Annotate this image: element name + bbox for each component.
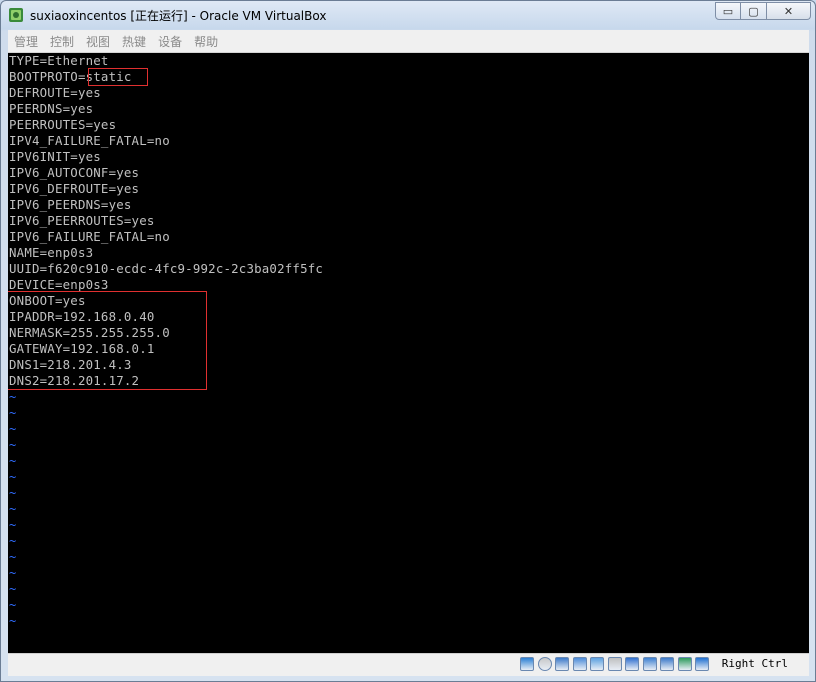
window-controls: ▭ ▢ ✕ [715, 2, 811, 21]
empty-line-tilde: ~ [9, 406, 17, 420]
menu-bar: 管理 控制 视图 热键 设备 帮助 [8, 30, 809, 53]
empty-line-tilde: ~ [9, 518, 17, 532]
highlight-bootproto-value [88, 68, 148, 86]
menu-machine[interactable]: 管理 [8, 33, 44, 50]
menu-view[interactable]: 视图 [80, 33, 116, 50]
console-line: PEERROUTES=yes [9, 117, 117, 132]
virtualbox-app-icon [9, 8, 23, 22]
window-title: suxiaoxincentos [正在运行] - Oracle VM Virtu… [30, 9, 327, 23]
minimize-icon: ▭ [722, 4, 734, 18]
console-line: IPV6INIT=yes [9, 149, 101, 164]
host-key-label: Right Ctrl [721, 657, 788, 670]
console-line: TYPE=Ethernet [9, 53, 109, 68]
console-line: IPV4_FAILURE_FATAL=no [9, 133, 170, 148]
console-line: NAME=enp0s3 [9, 245, 94, 260]
console-line: IPV6_FAILURE_FATAL=no [9, 229, 170, 244]
highlight-network-settings [8, 291, 207, 390]
display-icon[interactable] [625, 657, 639, 671]
menu-help[interactable]: 帮助 [188, 33, 224, 50]
menu-control[interactable]: 控制 [44, 33, 80, 50]
console-line: IPV6_DEFROUTE=yes [9, 181, 140, 196]
virtualization-icon[interactable] [660, 657, 674, 671]
menu-hotkeys[interactable]: 热键 [116, 33, 152, 50]
title-bar[interactable]: suxiaoxincentos [正在运行] - Oracle VM Virtu… [1, 1, 815, 29]
optical-drive-icon[interactable] [537, 657, 552, 671]
empty-line-tilde: ~ [9, 422, 17, 436]
status-bar: Right Ctrl [8, 653, 809, 676]
minimize-button[interactable]: ▭ [715, 2, 741, 20]
empty-line-tilde: ~ [9, 550, 17, 564]
empty-line-tilde: ~ [9, 438, 17, 452]
mouse-integration-icon[interactable] [677, 657, 692, 671]
video-capture-icon[interactable] [642, 657, 657, 671]
virtualbox-window: suxiaoxincentos [正在运行] - Oracle VM Virtu… [0, 0, 816, 682]
console-line: IPV6_PEERDNS=yes [9, 197, 132, 212]
menu-devices[interactable]: 设备 [152, 33, 188, 50]
console-line: DEFROUTE=yes [9, 85, 101, 100]
usb-icon[interactable] [590, 657, 604, 671]
empty-line-tilde: ~ [9, 502, 17, 516]
console-line: UUID=f620c910-ecdc-4fc9-992c-2c3ba02ff5f… [9, 261, 324, 276]
console-line: IPV6_PEERROUTES=yes [9, 213, 155, 228]
empty-line-tilde: ~ [9, 486, 17, 500]
empty-line-tilde: ~ [9, 454, 17, 468]
console-line: IPV6_AUTOCONF=yes [9, 165, 140, 180]
empty-line-tilde: ~ [9, 582, 17, 596]
audio-icon[interactable] [555, 657, 569, 671]
restore-button[interactable]: ▢ [741, 2, 767, 20]
empty-line-tilde: ~ [9, 470, 17, 484]
close-icon: ✕ [783, 4, 794, 18]
keyboard-capture-icon[interactable] [695, 657, 709, 671]
vm-console-screen[interactable]: TYPE=Ethernet BOOTPROTO=static DEFROUTE=… [8, 53, 809, 653]
empty-line-tilde: ~ [9, 614, 17, 628]
console-line: PEERDNS=yes [9, 101, 94, 116]
shared-folders-icon[interactable] [607, 657, 622, 671]
empty-line-tilde: ~ [9, 598, 17, 612]
empty-line-tilde: ~ [9, 566, 17, 580]
empty-line-tilde: ~ [9, 534, 17, 548]
empty-line-tilde: ~ [9, 390, 17, 404]
network-icon[interactable] [572, 657, 587, 671]
close-button[interactable]: ✕ [767, 2, 811, 20]
restore-icon: ▢ [748, 4, 759, 18]
hard-disk-icon[interactable] [520, 657, 534, 671]
